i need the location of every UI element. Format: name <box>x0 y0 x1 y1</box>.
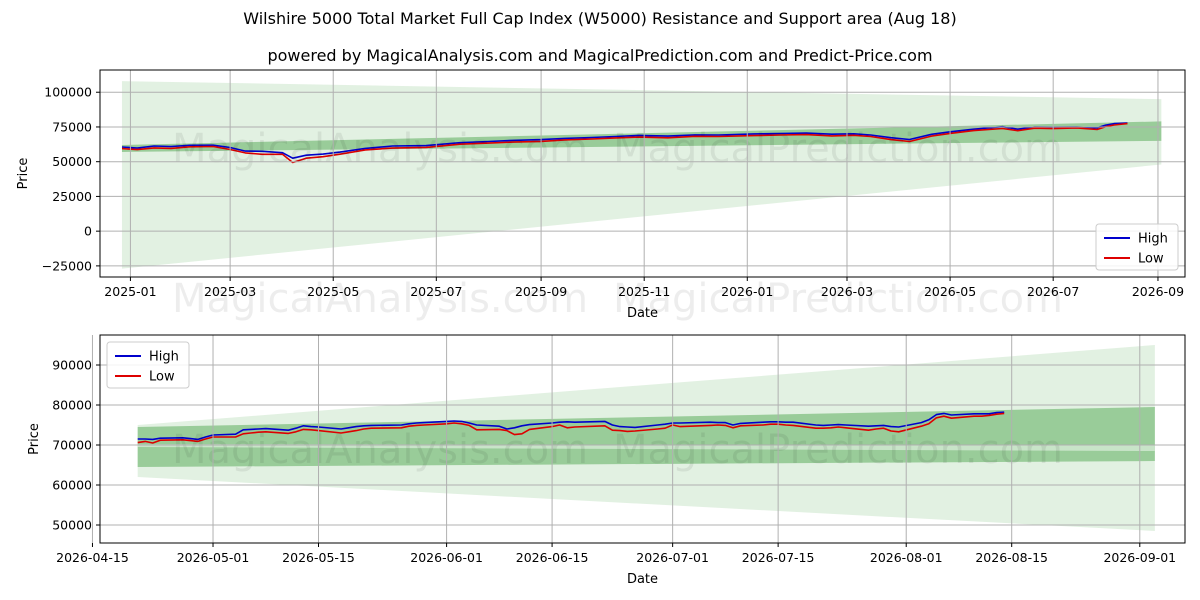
legend-label-high: High <box>149 350 179 365</box>
y-tick-label: 0 <box>84 224 92 239</box>
x-tick-label: 2026-07-01 <box>636 550 709 565</box>
y-tick-label: −25000 <box>42 258 92 273</box>
y-tick-label: 75000 <box>52 119 92 134</box>
legend: High Low <box>1095 223 1179 271</box>
plot-canvas: MagicalAnalysis.com MagicalPrediction.com… <box>16 69 1186 587</box>
x-tick-label: 2025-01 <box>104 284 156 299</box>
legend-label-low: Low <box>1138 252 1164 267</box>
x-tick-label: 2026-05-15 <box>282 550 355 565</box>
watermark-text-1: MagicalAnalysis.com <box>172 126 588 172</box>
legend-label-low: Low <box>149 370 175 385</box>
band-light-1 <box>121 81 1162 269</box>
x-tick-label: 2026-04-15 <box>56 550 129 565</box>
x-tick-label: 2026-08-01 <box>870 550 943 565</box>
legend: High Low <box>106 341 190 389</box>
legend-label-high: High <box>1138 232 1168 247</box>
x-tick-label: 2026-08-15 <box>975 550 1048 565</box>
x-tick-label: 2026-06-01 <box>410 550 483 565</box>
chart-panel-2: MagicalAnalysis.com MagicalPrediction.com… <box>27 334 1186 587</box>
x-tick-label: 2026-09 <box>1132 284 1184 299</box>
y-axis-label: Price <box>16 158 31 190</box>
watermark-text-lower-2: MagicalPrediction.com <box>613 276 1063 322</box>
x-axis-label: Date <box>627 572 658 587</box>
y-tick-label: 50000 <box>52 518 92 533</box>
y-tick-label: 70000 <box>52 438 92 453</box>
y-tick-label: 50000 <box>52 154 92 169</box>
watermark-text-2: MagicalPrediction.com <box>613 427 1063 473</box>
watermark-text-2: MagicalPrediction.com <box>613 126 1063 172</box>
y-tick-label: 100000 <box>44 85 92 100</box>
y-tick-label: 90000 <box>52 358 92 373</box>
y-tick-label: 25000 <box>52 189 92 204</box>
x-tick-label: 2026-05-01 <box>177 550 250 565</box>
y-tick-label: 80000 <box>52 398 92 413</box>
x-tick-label: 2026-07-15 <box>742 550 815 565</box>
y-axis-label: Price <box>27 423 42 455</box>
y-tick-label: 60000 <box>52 478 92 493</box>
x-tick-label: 2026-09-01 <box>1103 550 1176 565</box>
x-tick-label: 2026-06-15 <box>516 550 589 565</box>
watermark-text-1: MagicalAnalysis.com <box>172 427 588 473</box>
watermark-text-lower-1: MagicalAnalysis.com <box>172 276 588 322</box>
